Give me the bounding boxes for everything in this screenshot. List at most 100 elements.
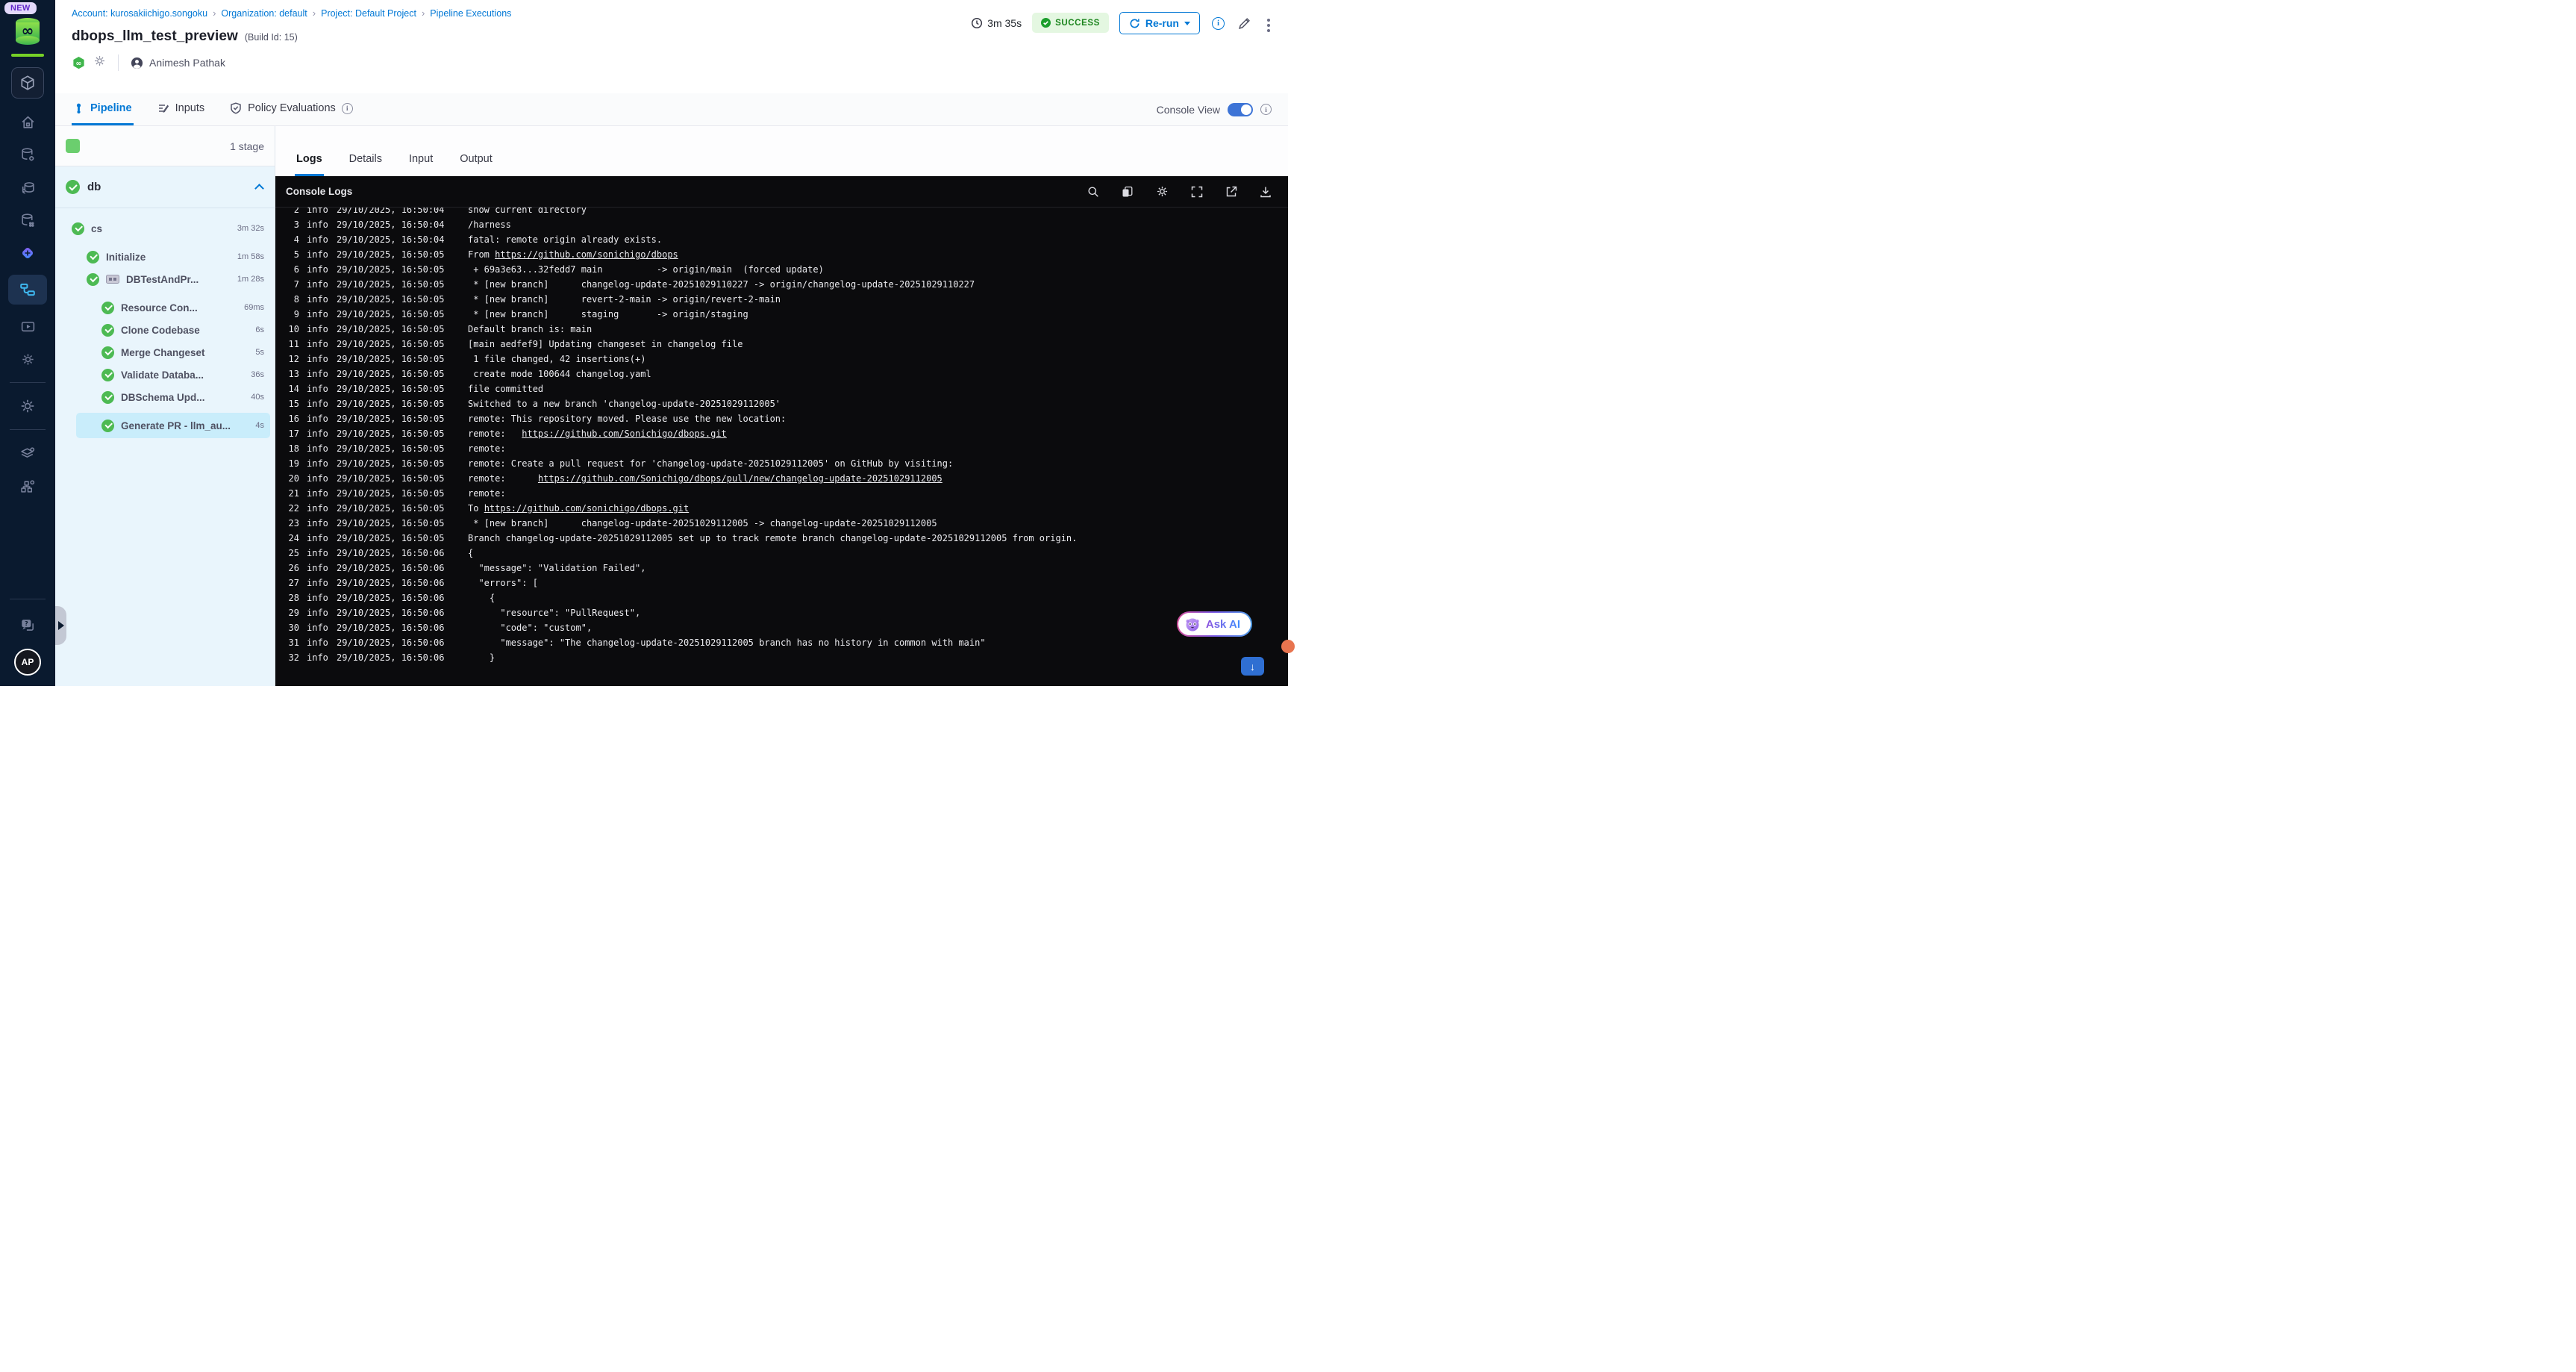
- step-duration: 40s: [251, 393, 264, 402]
- execution-info-icon[interactable]: i: [1210, 16, 1226, 31]
- console-view-info-icon[interactable]: i: [1260, 104, 1272, 115]
- log-line-number: 22: [288, 503, 299, 514]
- step-row[interactable]: DBSchema Upd... 40s: [55, 386, 275, 408]
- step-row[interactable]: Merge Changeset 5s: [55, 341, 275, 364]
- step-row[interactable]: Clone Codebase 6s: [55, 319, 275, 341]
- step-row[interactable]: Resource Con... 69ms: [55, 296, 275, 319]
- log-level: info: [307, 623, 328, 633]
- tab-pipeline[interactable]: Pipeline: [72, 93, 134, 125]
- log-message: remote: https://github.com/Sonichigo/dbo…: [468, 473, 942, 484]
- download-icon[interactable]: [1260, 186, 1272, 198]
- log-line: 12 info 29/10/2025, 16:50:05 1 file change…: [283, 352, 1288, 367]
- log-line: 3 info 29/10/2025, 16:50:04/harness: [283, 217, 1288, 232]
- log-link[interactable]: https://github.com/sonichigo/dbops: [495, 249, 678, 260]
- database-dots-icon[interactable]: [13, 209, 43, 231]
- help-chat-icon[interactable]: ?: [13, 614, 43, 637]
- database-gear-icon[interactable]: [13, 143, 43, 166]
- copy-icon[interactable]: [1122, 186, 1134, 198]
- log-line: 29 info 29/10/2025, 16:50:06 "resource": "…: [283, 605, 1288, 620]
- sidebar-expand-handle[interactable]: [55, 606, 66, 645]
- pipelines-icon[interactable]: [8, 275, 47, 305]
- step-row[interactable]: cs 3m 32s: [55, 217, 275, 240]
- tab-inputs[interactable]: Inputs: [156, 93, 207, 125]
- ask-ai-button[interactable]: Ask AI: [1177, 611, 1252, 637]
- stage-panel: 1 stage db cs 3m 32s Initialize 1m 58s DBTes…: [55, 126, 275, 686]
- clock-icon: [972, 17, 983, 29]
- more-options-kebab-icon[interactable]: [1263, 16, 1275, 35]
- log-tab-logs[interactable]: Logs: [295, 146, 324, 176]
- log-tab-input[interactable]: Input: [407, 146, 434, 176]
- open-new-tab-icon[interactable]: [1225, 186, 1237, 198]
- log-link[interactable]: https://github.com/Sonichigo/dbops.git: [522, 428, 727, 439]
- breadcrumb-link[interactable]: Pipeline Executions: [430, 8, 511, 19]
- log-link[interactable]: https://github.com/sonichigo/dbops.git: [484, 503, 690, 514]
- log-link[interactable]: https://github.com/Sonichigo/dbops/pull/…: [538, 473, 942, 484]
- gear-icon[interactable]: [1156, 185, 1169, 198]
- module-selector-cube-icon[interactable]: [11, 67, 44, 99]
- console-view-label: Console View: [1156, 103, 1220, 116]
- chevron-up-icon[interactable]: [254, 184, 264, 193]
- log-timestamp: 29/10/2025, 16:50:06: [337, 652, 445, 663]
- console-log-lines: 2 info 29/10/2025, 16:50:04 show current di…: [275, 208, 1288, 686]
- user-avatar[interactable]: AP: [14, 649, 41, 676]
- log-timestamp: 29/10/2025, 16:50:05: [337, 249, 445, 260]
- log-tab-details[interactable]: Details: [348, 146, 384, 176]
- log-tab-output[interactable]: Output: [458, 146, 494, 176]
- scroll-to-bottom-button[interactable]: ↓: [1241, 657, 1264, 676]
- network-gear-icon[interactable]: [13, 475, 43, 497]
- log-timestamp: 29/10/2025, 16:50:05: [337, 309, 445, 319]
- breadcrumb-link[interactable]: Organization: default: [221, 8, 307, 19]
- console-logs-panel: Console Logs 2 info 29/10/2025, 16:50:04 sh…: [275, 176, 1295, 686]
- policy-info-icon[interactable]: i: [341, 102, 353, 114]
- step-label: Validate Databa...: [121, 369, 204, 381]
- log-message: * [new branch] revert-2-main -> origin/r…: [468, 294, 781, 305]
- edit-pipeline-icon[interactable]: [1237, 16, 1252, 34]
- log-level: info: [307, 563, 328, 573]
- step-row[interactable]: Validate Databa... 36s: [55, 364, 275, 386]
- step-row[interactable]: DBTestAndPr... 1m 28s: [55, 268, 275, 290]
- log-level: info: [307, 249, 328, 260]
- console-view-toggle[interactable]: [1228, 102, 1253, 116]
- log-line-number: 21: [288, 488, 299, 499]
- step-row[interactable]: Generate PR - llm_au... 4s: [76, 413, 270, 438]
- log-message: To https://github.com/sonichigo/dbops.gi…: [468, 503, 690, 514]
- pipeline-settings-gear-icon[interactable]: [93, 54, 106, 71]
- step-row[interactable]: Initialize 1m 58s: [55, 246, 275, 268]
- breadcrumb-link[interactable]: Account: kurosakiichigo.songoku: [72, 8, 207, 19]
- step-label: cs: [91, 222, 103, 234]
- log-level: info: [307, 309, 328, 319]
- log-timestamp: 29/10/2025, 16:50:06: [337, 563, 445, 573]
- log-line: 14 info 29/10/2025, 16:50:05 file committed: [283, 381, 1288, 396]
- executions-play-icon[interactable]: [13, 315, 43, 337]
- database-stack-icon[interactable]: [13, 176, 43, 199]
- new-badge: NEW: [4, 2, 37, 14]
- log-timestamp: 29/10/2025, 16:50:06: [337, 608, 445, 618]
- log-message: "message": "The changelog-update-2025102…: [468, 637, 986, 648]
- breadcrumb-link[interactable]: Project: Default Project: [321, 8, 416, 19]
- page-header: Account: kurosakiichigo.songoku › Organiza…: [55, 0, 1288, 93]
- fullscreen-icon[interactable]: [1191, 186, 1203, 198]
- tab-policy-evaluations[interactable]: Policy Evaluations i: [228, 93, 354, 125]
- content-area: 1 stage db cs 3m 32s Initialize 1m 58s DBTes…: [55, 126, 1295, 686]
- log-timestamp: 29/10/2025, 16:50:06: [337, 623, 445, 633]
- rerun-button[interactable]: Re-run: [1119, 12, 1200, 34]
- log-timestamp: 29/10/2025, 16:50:05: [337, 384, 445, 394]
- harness-dbops-logo-icon[interactable]: ∞: [11, 16, 44, 46]
- stage-row-db[interactable]: db: [55, 166, 275, 208]
- settings-gear-icon[interactable]: [13, 395, 43, 417]
- rail-divider: [10, 382, 46, 383]
- log-line-number: 2: [293, 208, 299, 215]
- search-icon[interactable]: [1087, 186, 1099, 198]
- log-level: info: [307, 414, 328, 424]
- ai-diamond-icon[interactable]: [13, 242, 43, 264]
- log-line-number: 3: [293, 219, 299, 230]
- gear-icon[interactable]: [13, 348, 43, 370]
- step-group-icon: [106, 275, 119, 284]
- log-level: info: [307, 637, 328, 648]
- home-icon[interactable]: [13, 110, 43, 133]
- layers-gear-icon[interactable]: [13, 442, 43, 464]
- log-timestamp: 29/10/2025, 16:50:05: [337, 473, 445, 484]
- breadcrumb-separator-icon: ›: [213, 7, 216, 19]
- notification-dot: [1281, 640, 1295, 653]
- main-column: Account: kurosakiichigo.songoku › Organiza…: [55, 0, 1295, 686]
